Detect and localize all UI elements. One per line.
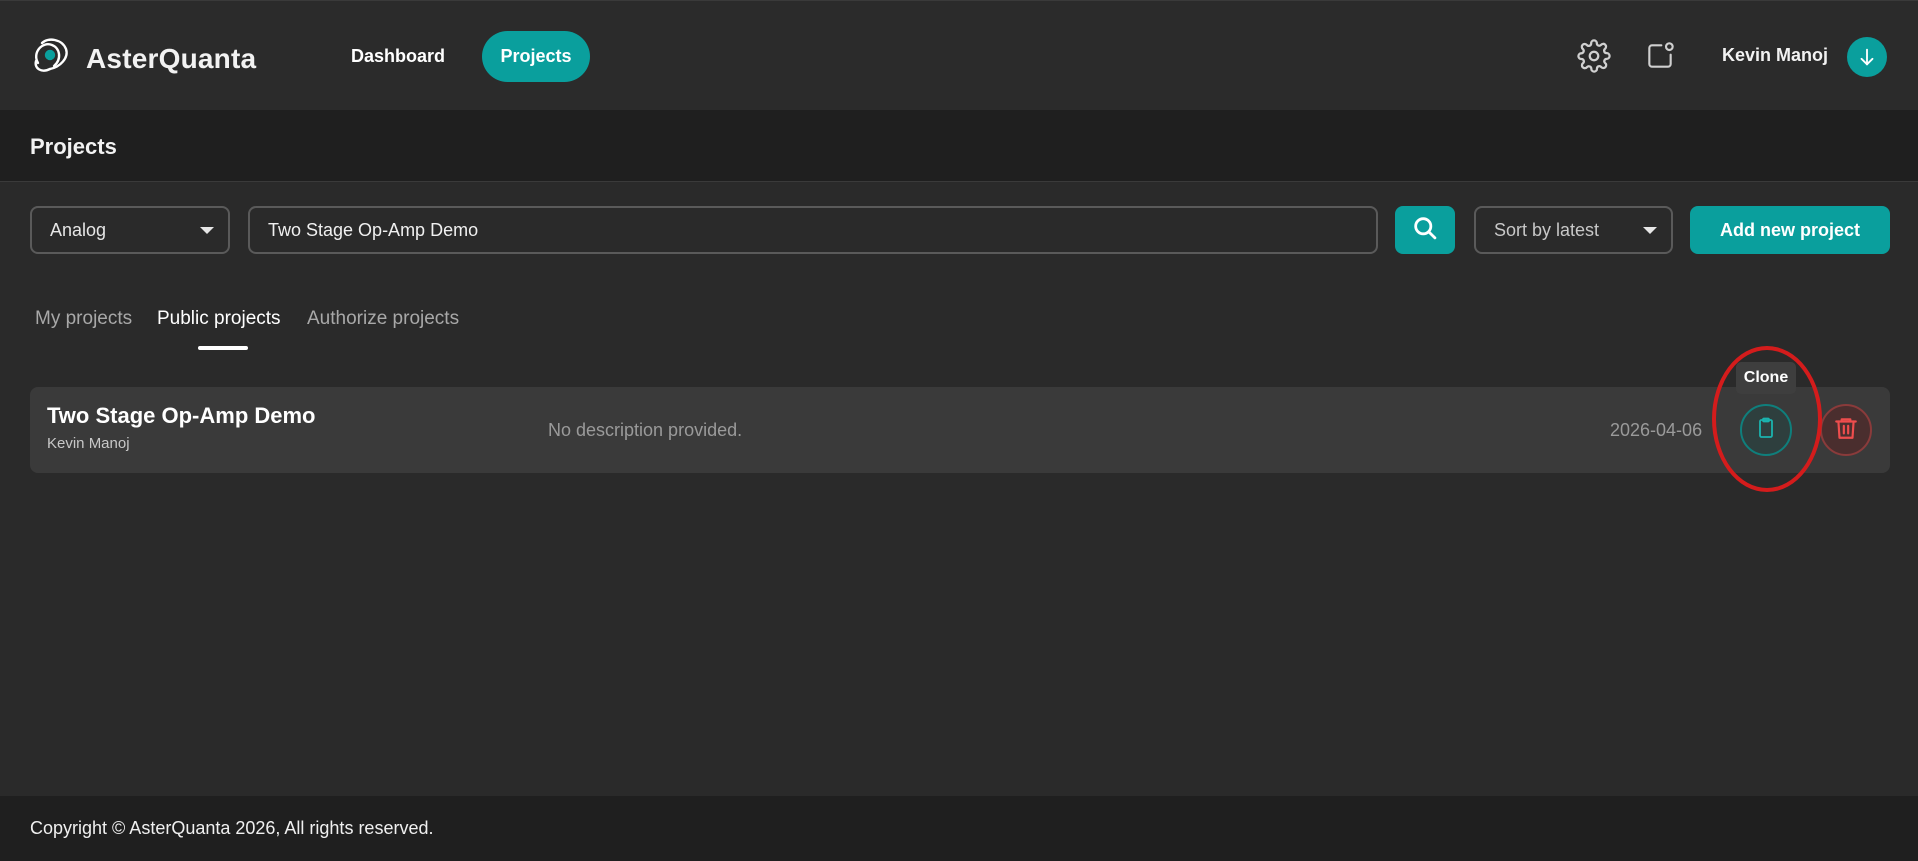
delete-button[interactable] xyxy=(1820,404,1872,456)
add-new-project-button[interactable]: Add new project xyxy=(1690,206,1890,254)
project-type-select[interactable]: Analog xyxy=(30,206,230,254)
gear-icon[interactable] xyxy=(1575,37,1613,75)
page-footer: Copyright © AsterQuanta 2026, All rights… xyxy=(0,796,1918,861)
page-header: Projects xyxy=(0,110,1918,182)
download-arrow-icon[interactable] xyxy=(1847,37,1887,77)
project-author: Kevin Manoj xyxy=(47,435,130,452)
active-tab-indicator xyxy=(198,346,248,350)
search-icon xyxy=(1411,214,1439,247)
logo-icon xyxy=(28,33,74,84)
search-button[interactable] xyxy=(1395,206,1455,254)
copyright-text: Copyright © AsterQuanta 2026, All rights… xyxy=(30,818,434,838)
project-date: 2026-04-06 xyxy=(1610,420,1703,440)
page-title: Projects xyxy=(30,134,117,159)
user-name[interactable]: Kevin Manoj xyxy=(1722,45,1828,66)
sort-value: Sort by latest xyxy=(1494,219,1600,240)
app-logo[interactable]: AsterQuanta xyxy=(28,33,256,84)
search-input[interactable] xyxy=(248,206,1378,254)
app-name: AsterQuanta xyxy=(86,42,257,74)
sort-select[interactable]: Sort by latest xyxy=(1474,206,1673,254)
nav-dashboard[interactable]: Dashboard xyxy=(336,31,460,82)
project-title: Two Stage Op-Amp Demo xyxy=(47,403,316,428)
nav-projects[interactable]: Projects xyxy=(482,31,590,82)
chevron-down-icon xyxy=(200,227,214,234)
trash-icon xyxy=(1833,415,1859,446)
tab-my-projects[interactable]: My projects xyxy=(35,308,132,330)
top-navbar: AsterQuanta Dashboard Projects Kevin Man… xyxy=(0,0,1918,110)
project-description: No description provided. xyxy=(548,420,743,440)
project-card[interactable]: Two Stage Op-Amp Demo Kevin Manoj No des… xyxy=(30,387,1890,473)
highlight-annotation xyxy=(1712,346,1822,492)
tab-public-projects[interactable]: Public projects xyxy=(157,308,281,330)
tab-authorize-projects[interactable]: Authorize projects xyxy=(307,308,459,330)
project-type-value: Analog xyxy=(50,219,107,240)
notification-icon[interactable] xyxy=(1641,37,1679,75)
chevron-down-icon xyxy=(1643,227,1657,234)
